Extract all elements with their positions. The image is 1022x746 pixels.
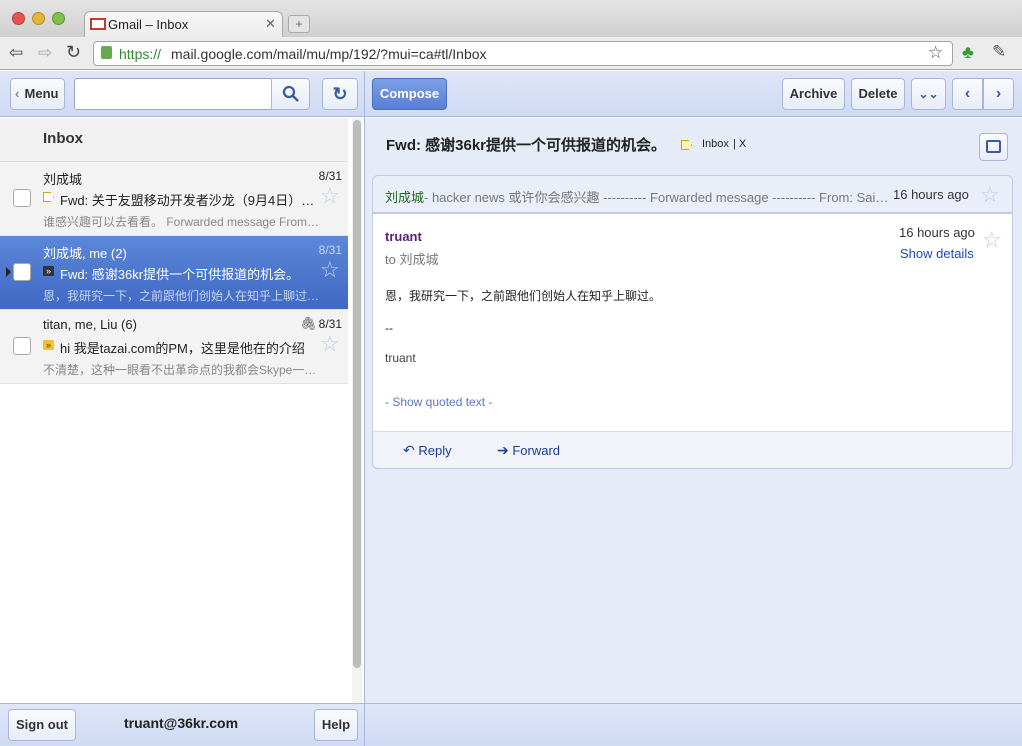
thread-row-selected[interactable]: 刘成城, me (2) 8/31 » Fwd: 感谢36kr提供一个可供报道的机…: [0, 236, 348, 310]
thread-from: titan, me, Liu (6): [43, 317, 137, 332]
star-icon[interactable]: ☆: [980, 184, 1000, 206]
thread-subject: hi 我是tazai.com的PM，这里是他在的介绍: [60, 341, 305, 356]
delete-button[interactable]: Delete: [851, 78, 905, 110]
extension-icon[interactable]: ♣: [962, 42, 974, 63]
thread-date: 8/31: [318, 243, 342, 257]
lock-icon: [101, 46, 112, 59]
message-time: 16 hours ago: [899, 225, 975, 240]
thread-subject: Fwd: 感谢36kr提供一个可供报道的机会。: [60, 267, 300, 282]
search-button[interactable]: [271, 78, 310, 110]
footer-divider: [364, 703, 365, 746]
back-icon[interactable]: ⇦: [9, 43, 23, 63]
thread-checkbox[interactable]: [13, 337, 31, 355]
show-quoted-text-link[interactable]: - Show quoted text -: [385, 395, 492, 409]
close-window-button[interactable]: [12, 12, 25, 25]
chevron-left-icon: ‹: [964, 85, 971, 102]
reply-label: Reply: [418, 443, 452, 458]
thread-row[interactable]: titan, me, Liu (6) 🖇 8/31 » hi 我是tazai.c…: [0, 310, 348, 384]
collapsed-preview: - hacker news 或许你会感兴趣 ---------- Forward…: [424, 190, 887, 205]
search-icon: [282, 85, 299, 102]
thread-checkbox[interactable]: [13, 263, 31, 281]
wrench-icon[interactable]: ✎: [992, 42, 1006, 62]
thread-date: 8/31: [318, 317, 342, 331]
new-tab-button[interactable]: +: [288, 15, 310, 33]
thread-snippet: 不清楚，这种一眼看不出革命点的我都会Skype一…: [43, 363, 317, 377]
menu-back-icon: ‹: [15, 86, 20, 101]
double-chevron-down-icon: ⌄⌄: [918, 87, 939, 101]
url-text: mail.google.com/mail/mu/mp/192/?mui=ca#t…: [171, 46, 487, 62]
collapsed-sender: 刘成城: [385, 190, 425, 205]
minimize-window-button[interactable]: [32, 12, 45, 25]
archive-button[interactable]: Archive: [782, 78, 845, 110]
selected-indicator-icon: [6, 267, 11, 277]
archive-box-icon: [986, 140, 1001, 153]
reply-arrow-icon: ↶: [403, 442, 415, 458]
thread-list-scrollbar[interactable]: [353, 120, 361, 668]
thread-checkbox[interactable]: [13, 189, 31, 207]
reply-button[interactable]: ↶ Reply: [403, 442, 452, 459]
browser-tab[interactable]: Gmail – Inbox ✕: [84, 11, 283, 38]
important-marker-icon: »: [43, 266, 54, 276]
thread-from: 刘成城, me (2): [43, 246, 127, 261]
star-icon[interactable]: ☆: [320, 333, 340, 355]
inbox-title: Inbox: [43, 130, 83, 147]
move-to-button[interactable]: [979, 133, 1008, 161]
important-marker-icon: »: [43, 340, 54, 350]
reload-icon[interactable]: ↻: [66, 42, 81, 63]
search-input[interactable]: [74, 78, 272, 110]
address-bar[interactable]: https:// mail.google.com/mail/mu/mp/192/…: [93, 41, 953, 66]
message-signature: truant: [385, 351, 416, 365]
label-tag-icon: [43, 192, 54, 202]
forward-arrow-icon: ➔: [497, 442, 509, 458]
next-button[interactable]: ›: [983, 78, 1014, 110]
thread-date: 8/31: [318, 169, 342, 183]
url-scheme: https://: [119, 46, 162, 62]
attachment-icon: 🖇: [300, 316, 317, 331]
remove-label-button[interactable]: | X: [733, 138, 746, 150]
inbox-label[interactable]: Inbox: [702, 138, 729, 150]
refresh-icon: ↻: [332, 84, 348, 104]
collapsed-message[interactable]: 刘成城 - hacker news 或许你会感兴趣 ---------- For…: [372, 175, 1013, 213]
thread-snippet: 谁感兴趣可以去看看。 Forwarded message From…: [43, 215, 320, 229]
zoom-window-button[interactable]: [52, 12, 65, 25]
more-actions-button[interactable]: ⌄⌄: [911, 78, 946, 110]
forward-label: Forward: [512, 443, 561, 458]
message-recipient: to 刘成城: [385, 252, 439, 267]
show-details-link[interactable]: Show details: [900, 246, 974, 261]
thread-from: 刘成城: [43, 172, 83, 187]
gmail-logo-icon: [90, 18, 106, 30]
inbox-header: Inbox: [0, 118, 348, 162]
message-body-line: 恩，我研究一下，之前跟他们创始人在知乎上聊过。: [385, 289, 662, 303]
thread-row[interactable]: 刘成城 8/31 Fwd: 关于友盟移动开发者沙龙（9月4日）… 谁感兴趣可以去…: [0, 162, 348, 236]
refresh-button[interactable]: ↻: [322, 78, 358, 110]
thread-subject: Fwd: 关于友盟移动开发者沙龙（9月4日）…: [60, 193, 315, 208]
signature-separator: --: [385, 321, 393, 335]
collapsed-time: 16 hours ago: [893, 187, 969, 202]
tab-title: Gmail – Inbox: [108, 17, 189, 32]
menu-button[interactable]: ‹ Menu: [10, 78, 65, 110]
star-icon[interactable]: ☆: [320, 185, 340, 207]
sign-out-button[interactable]: Sign out: [8, 709, 76, 741]
menu-label: Menu: [24, 86, 59, 101]
forward-button[interactable]: ➔ Forward: [497, 442, 560, 459]
message-sender[interactable]: truant: [385, 229, 422, 244]
compose-button[interactable]: Compose: [372, 78, 447, 110]
message-actions: ↶ Reply ➔ Forward: [372, 431, 1013, 469]
previous-button[interactable]: ‹: [952, 78, 983, 110]
star-icon[interactable]: ☆: [320, 259, 340, 281]
help-button[interactable]: Help: [314, 709, 358, 741]
star-icon[interactable]: ☆: [982, 229, 1002, 251]
conversation-subject: Fwd: 感谢36kr提供一个可供报道的机会。: [386, 137, 667, 154]
close-tab-icon[interactable]: ✕: [265, 16, 276, 32]
forward-icon[interactable]: ⇨: [38, 43, 52, 63]
chevron-right-icon: ›: [995, 85, 1002, 102]
bookmark-star-icon[interactable]: ☆: [928, 43, 943, 63]
thread-snippet: 恩，我研究一下，之前跟他们创始人在知乎上聊过…: [43, 289, 320, 303]
account-email: truant@36kr.com: [124, 715, 239, 731]
